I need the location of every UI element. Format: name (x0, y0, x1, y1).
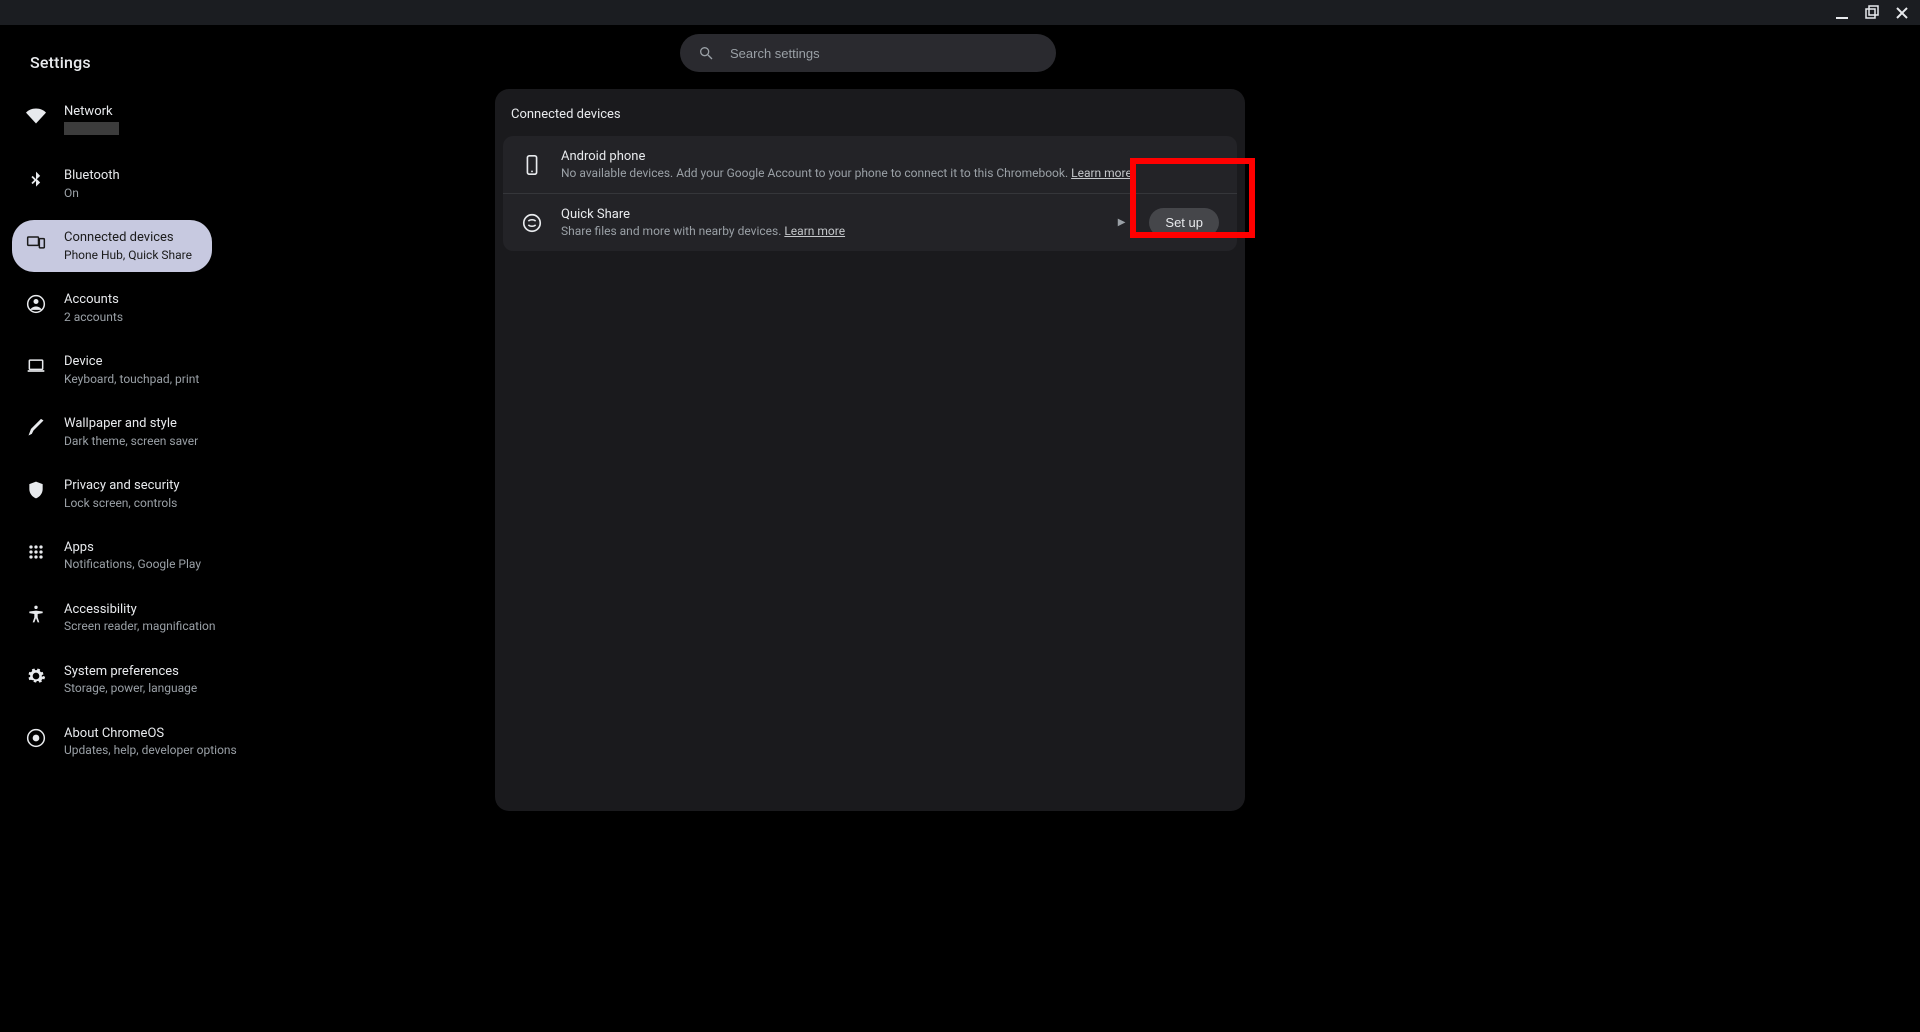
sidebar-item-sub (64, 122, 119, 138)
main-panel: Connected devices Android phone No avail… (495, 89, 1245, 811)
row-description: Share files and more with nearby devices… (561, 224, 1100, 238)
chrome-icon (26, 728, 46, 748)
sidebar-item-network[interactable]: Network (12, 94, 212, 148)
sidebar-item-sub: Notifications, Google Play (64, 557, 194, 571)
close-icon[interactable] (1894, 5, 1910, 21)
sidebar-item-privacy[interactable]: Privacy and security Lock screen, contro… (12, 468, 212, 520)
sidebar-item-sub: On (64, 186, 120, 200)
sidebar-item-label: Bluetooth (64, 168, 120, 184)
row-quick-share[interactable]: Quick Share Share files and more with ne… (503, 193, 1237, 251)
gear-icon (26, 666, 46, 686)
sidebar-item-sub: Phone Hub, Quick Share (64, 248, 192, 262)
sidebar-item-sub: Updates, help, developer options (64, 743, 194, 757)
section-title: Connected devices (495, 107, 1245, 136)
row-title: Android phone (561, 149, 1219, 164)
bluetooth-icon (26, 170, 46, 190)
learn-more-link[interactable]: Learn more (1071, 166, 1132, 180)
sidebar-item-connected-devices[interactable]: Connected devices Phone Hub, Quick Share (12, 220, 212, 272)
search-input[interactable] (730, 46, 1038, 61)
row-description: No available devices. Add your Google Ac… (561, 166, 1219, 180)
sidebar-item-apps[interactable]: Apps Notifications, Google Play (12, 530, 212, 582)
set-up-button[interactable]: Set up (1149, 208, 1219, 237)
sidebar-item-sub: Screen reader, magnification (64, 619, 194, 633)
sidebar-item-label: Wallpaper and style (64, 416, 194, 432)
sidebar-item-label: About ChromeOS (64, 726, 194, 742)
sidebar-item-sub: Dark theme, screen saver (64, 434, 194, 448)
sidebar-item-label: Device (64, 354, 194, 370)
laptop-icon (26, 356, 46, 376)
sidebar-item-label: System preferences (64, 664, 194, 680)
sidebar-item-label: Accounts (64, 292, 123, 308)
sidebar-item-label: Network (64, 104, 119, 120)
quick-share-icon (521, 212, 543, 234)
account-icon (26, 294, 46, 314)
sidebar-item-label: Privacy and security (64, 478, 180, 494)
sidebar-item-label: Connected devices (64, 230, 192, 246)
search-bar[interactable] (680, 34, 1056, 72)
app-title: Settings (0, 39, 495, 94)
connected-devices-card: Android phone No available devices. Add … (503, 136, 1237, 251)
sidebar-item-system[interactable]: System preferences Storage, power, langu… (12, 654, 212, 706)
sidebar-item-accounts[interactable]: Accounts 2 accounts (12, 282, 212, 334)
phone-icon (521, 154, 543, 176)
learn-more-link[interactable]: Learn more (784, 224, 845, 238)
brush-icon (26, 418, 46, 438)
sidebar-item-label: Apps (64, 540, 194, 556)
chevron-right-icon: ▶ (1118, 217, 1126, 228)
sidebar-item-sub: 2 accounts (64, 310, 123, 324)
accessibility-icon (26, 604, 46, 624)
sidebar-item-label: Accessibility (64, 602, 194, 618)
sidebar-item-sub: Lock screen, controls (64, 496, 180, 510)
sidebar: Settings Network Bluetooth On (0, 25, 495, 1032)
sidebar-item-device[interactable]: Device Keyboard, touchpad, print (12, 344, 212, 396)
wifi-icon (26, 106, 46, 126)
sidebar-item-accessibility[interactable]: Accessibility Screen reader, magnificati… (12, 592, 212, 644)
sidebar-item-sub: Storage, power, language (64, 681, 194, 695)
minimize-icon[interactable] (1834, 5, 1850, 21)
maximize-icon[interactable] (1864, 5, 1880, 21)
sidebar-item-wallpaper[interactable]: Wallpaper and style Dark theme, screen s… (12, 406, 212, 458)
shield-icon (26, 480, 46, 500)
apps-grid-icon (26, 542, 46, 562)
sidebar-item-bluetooth[interactable]: Bluetooth On (12, 158, 212, 210)
row-android-phone[interactable]: Android phone No available devices. Add … (503, 136, 1237, 193)
devices-icon (26, 232, 46, 252)
sidebar-item-sub: Keyboard, touchpad, print (64, 372, 194, 386)
search-icon (698, 45, 714, 61)
row-title: Quick Share (561, 207, 1100, 222)
sidebar-item-about[interactable]: About ChromeOS Updates, help, developer … (12, 716, 212, 768)
window-titlebar (0, 0, 1920, 25)
